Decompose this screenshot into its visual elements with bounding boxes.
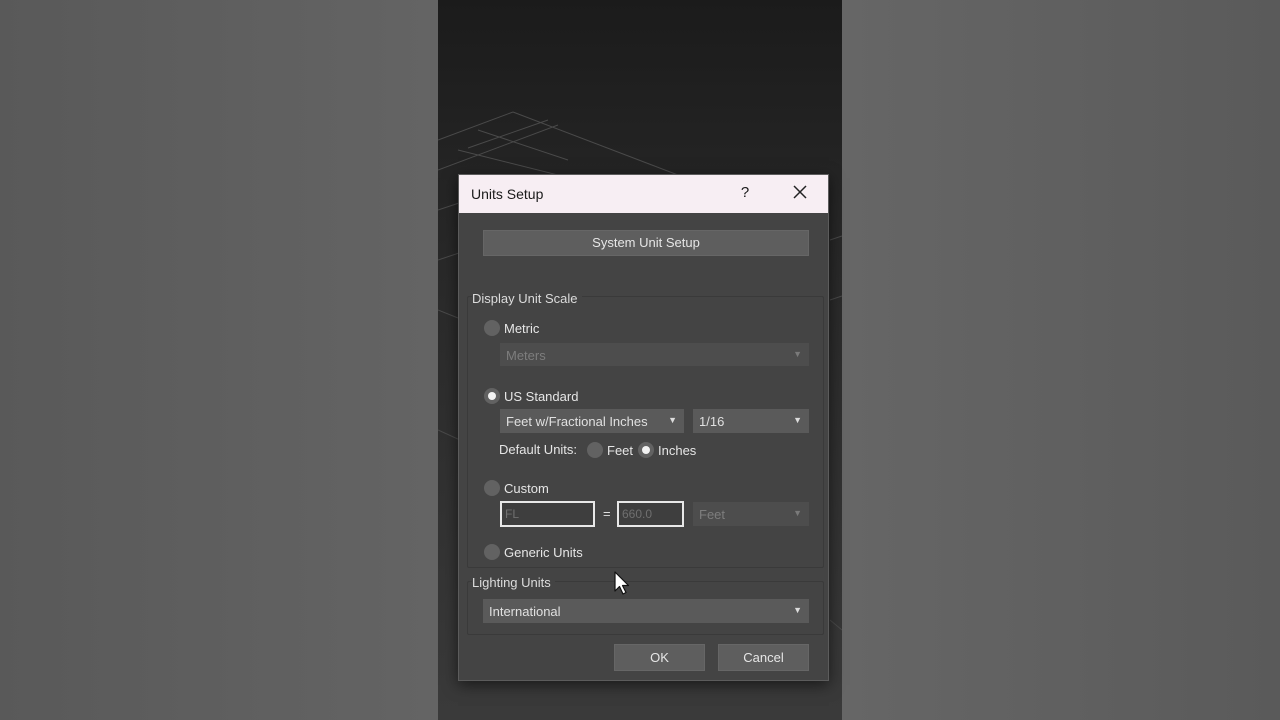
equals-sign: = (603, 506, 611, 521)
dialog-titlebar[interactable]: Units Setup ? (459, 175, 828, 213)
default-feet-label: Feet (607, 443, 634, 458)
dialog-title: Units Setup (471, 186, 544, 202)
help-button[interactable]: ? (737, 184, 753, 201)
display-unit-scale-label: Display Unit Scale (472, 291, 582, 306)
us-unit-dropdown[interactable]: Feet w/Fractional Inches ▼ (500, 409, 684, 433)
lighting-units-value: International (489, 604, 561, 619)
background-left-blur (0, 0, 438, 720)
cancel-button[interactable]: Cancel (718, 644, 809, 671)
fraction-dropdown[interactable]: 1/16 ▼ (693, 409, 809, 433)
custom-unit-value: Feet (699, 507, 726, 522)
close-icon[interactable] (791, 183, 809, 201)
metric-unit-value: Meters (506, 348, 546, 363)
default-inches-radio[interactable] (638, 442, 654, 458)
custom-radio[interactable] (484, 480, 500, 496)
custom-value-field[interactable] (617, 501, 684, 527)
metric-unit-dropdown[interactable]: Meters ▼ (500, 343, 809, 366)
ok-button[interactable]: OK (614, 644, 705, 671)
chevron-down-icon: ▼ (793, 415, 802, 425)
system-unit-setup-button[interactable]: System Unit Setup (483, 230, 809, 256)
us-standard-radio[interactable] (484, 388, 500, 404)
custom-name-field[interactable] (500, 501, 595, 527)
chevron-down-icon: ▼ (793, 605, 802, 615)
units-setup-dialog: Units Setup ? System Unit Setup Display … (458, 174, 829, 681)
chevron-down-icon: ▼ (793, 508, 802, 518)
lighting-units-label: Lighting Units (472, 575, 555, 590)
custom-unit-dropdown[interactable]: Feet ▼ (693, 502, 809, 526)
fraction-value: 1/16 (699, 414, 725, 429)
default-feet-radio[interactable] (587, 442, 603, 458)
custom-label: Custom (504, 481, 549, 496)
generic-units-label: Generic Units (504, 545, 583, 560)
us-standard-label: US Standard (504, 389, 579, 404)
default-inches-label: Inches (658, 443, 697, 458)
background-right-blur (842, 0, 1280, 720)
us-unit-value: Feet w/Fractional Inches (506, 414, 648, 429)
chevron-down-icon: ▼ (793, 349, 802, 359)
mouse-pointer-icon (614, 571, 630, 595)
lighting-units-dropdown[interactable]: International ▼ (483, 599, 809, 623)
chevron-down-icon: ▼ (668, 415, 677, 425)
metric-label: Metric (504, 321, 540, 336)
generic-units-radio[interactable] (484, 544, 500, 560)
metric-radio[interactable] (484, 320, 500, 336)
default-units-label: Default Units: (499, 442, 578, 457)
